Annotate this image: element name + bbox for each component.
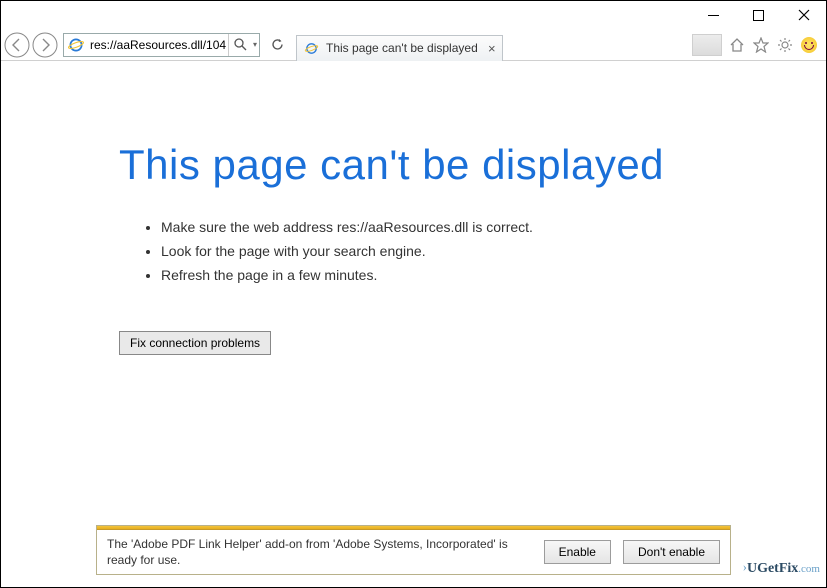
ie-icon bbox=[304, 41, 319, 56]
error-tip: Refresh the page in a few minutes. bbox=[161, 267, 826, 283]
refresh-button[interactable] bbox=[266, 34, 288, 56]
fix-connection-button[interactable]: Fix connection problems bbox=[119, 331, 271, 355]
settings-icon[interactable] bbox=[776, 36, 794, 54]
tab-close-icon[interactable]: × bbox=[488, 41, 496, 56]
home-icon[interactable] bbox=[728, 36, 746, 54]
window-titlebar bbox=[1, 1, 826, 29]
minimize-button[interactable] bbox=[691, 1, 736, 29]
dont-enable-button[interactable]: Don't enable bbox=[623, 540, 720, 564]
address-input[interactable] bbox=[88, 34, 228, 56]
address-bar: ▾ bbox=[63, 33, 260, 57]
error-tips-list: Make sure the web address res://aaResour… bbox=[141, 219, 826, 283]
page-content: This page can't be displayed Make sure t… bbox=[1, 61, 826, 587]
search-icon[interactable] bbox=[229, 34, 251, 56]
addon-notification-bar: The 'Adobe PDF Link Helper' add-on from … bbox=[96, 525, 731, 575]
toolbar-right bbox=[692, 34, 818, 56]
ie-icon bbox=[67, 36, 85, 54]
feedback-smiley-icon[interactable] bbox=[800, 36, 818, 54]
new-tab-button[interactable] bbox=[692, 34, 722, 56]
watermark: ›UGetFix.com bbox=[743, 559, 820, 577]
favorites-icon[interactable] bbox=[752, 36, 770, 54]
search-dropdown-icon[interactable]: ▾ bbox=[251, 40, 259, 49]
tab-title: This page can't be displayed bbox=[326, 41, 476, 55]
browser-tab[interactable]: This page can't be displayed × bbox=[296, 35, 503, 61]
notification-text: The 'Adobe PDF Link Helper' add-on from … bbox=[107, 536, 532, 568]
error-heading: This page can't be displayed bbox=[119, 141, 826, 189]
close-button[interactable] bbox=[781, 1, 826, 29]
error-tip: Make sure the web address res://aaResour… bbox=[161, 219, 826, 235]
enable-button[interactable]: Enable bbox=[544, 540, 611, 564]
address-tools: ▾ bbox=[228, 34, 259, 56]
forward-button[interactable] bbox=[31, 31, 59, 59]
error-tip: Look for the page with your search engin… bbox=[161, 243, 826, 259]
back-button[interactable] bbox=[3, 31, 31, 59]
maximize-button[interactable] bbox=[736, 1, 781, 29]
browser-toolbar: ▾ This page can't be displayed × bbox=[1, 29, 826, 61]
